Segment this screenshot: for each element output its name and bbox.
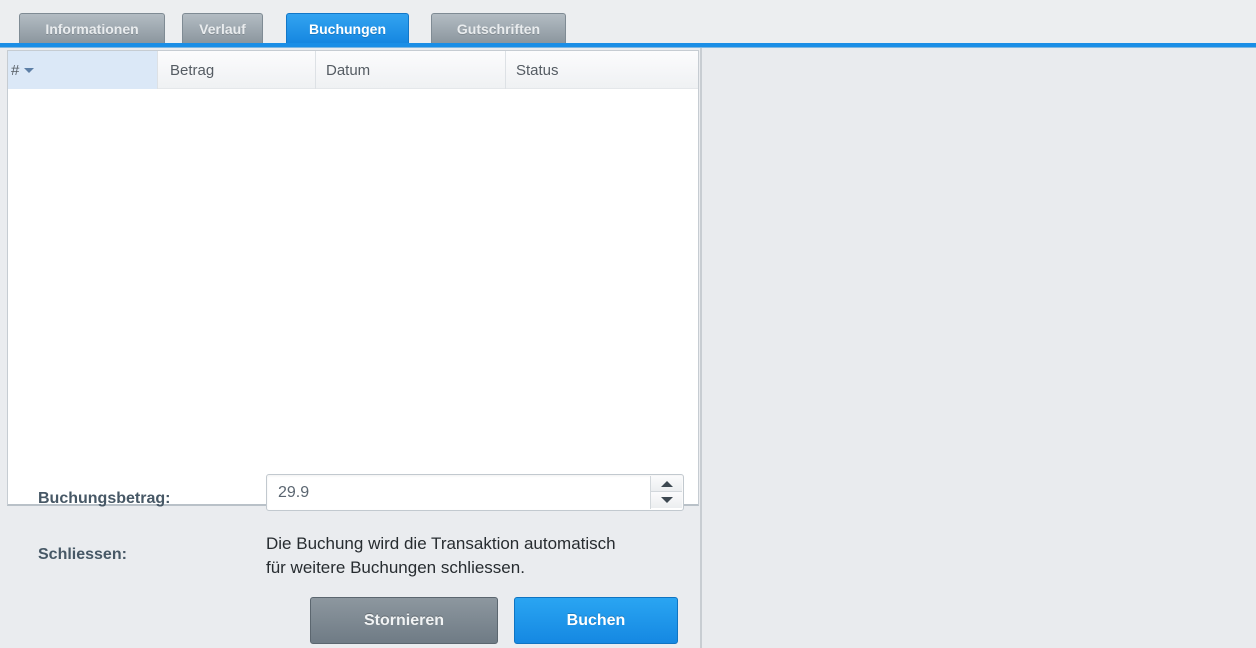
close-description: Die Buchung wird die Transaktion automat…: [266, 532, 686, 580]
increment-button[interactable]: [651, 476, 682, 492]
tab-buchungen[interactable]: Buchungen: [286, 13, 409, 44]
amount-field: [266, 474, 684, 511]
bookings-panel: # Betrag Datum Status Buchungsbetrag: 29…: [0, 48, 702, 648]
grid-header: # Betrag Datum Status: [8, 51, 698, 89]
close-description-line-1: Die Buchung wird die Transaktion automat…: [266, 534, 616, 553]
amount-label: Buchungsbetrag:: [38, 490, 171, 507]
sort-desc-icon: [24, 67, 35, 73]
column-header-status-label: Status: [516, 61, 559, 79]
arrow-up-icon: [660, 480, 673, 487]
bookings-grid: # Betrag Datum Status: [7, 50, 699, 506]
tab-gutschriften[interactable]: Gutschriften: [431, 13, 566, 44]
arrow-down-icon: [660, 497, 673, 503]
amount-stepper: [650, 476, 682, 509]
tab-bar: Informationen Verlauf Buchungen Gutschri…: [0, 0, 1256, 48]
amount-input[interactable]: [267, 475, 647, 510]
close-description-line-2: für weitere Buchungen schliessen.: [266, 558, 525, 577]
column-header-betrag-label: Betrag: [170, 61, 215, 79]
column-header-number[interactable]: #: [8, 51, 158, 89]
tab-informationen[interactable]: Informationen: [19, 13, 165, 44]
book-button[interactable]: Buchen: [514, 597, 678, 644]
column-header-status[interactable]: Status: [506, 51, 698, 89]
tab-verlauf[interactable]: Verlauf: [182, 13, 263, 44]
close-label: Schliessen:: [38, 546, 127, 563]
column-header-datum[interactable]: Datum: [316, 51, 506, 89]
column-header-datum-label: Datum: [326, 61, 371, 79]
tab-bar-underline: [0, 43, 1256, 47]
column-header-betrag[interactable]: Betrag: [158, 51, 316, 89]
cancel-button[interactable]: Stornieren: [310, 597, 498, 644]
column-header-number-label: #: [11, 61, 20, 79]
decrement-button[interactable]: [651, 492, 682, 508]
